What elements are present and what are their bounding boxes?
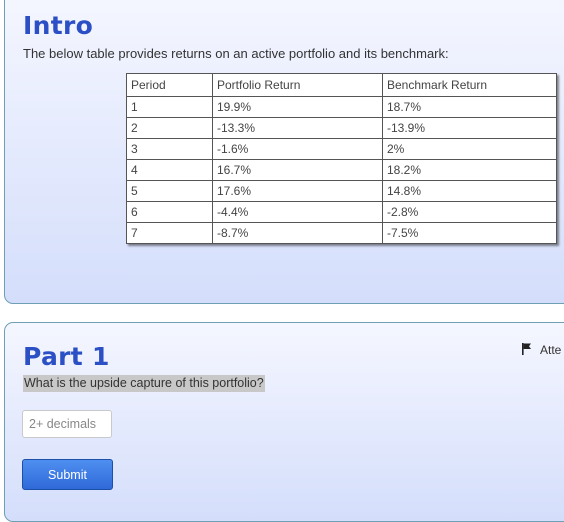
cell-benchmark-return: -7.5% xyxy=(382,222,557,244)
cell-period: 7 xyxy=(126,222,213,244)
header-period: Period xyxy=(126,73,213,97)
answer-input[interactable] xyxy=(22,410,112,438)
cell-benchmark-return: -2.8% xyxy=(382,201,557,223)
cell-period: 4 xyxy=(126,159,213,181)
cell-benchmark-return: 18.7% xyxy=(382,96,557,118)
table-header-row: Period Portfolio Return Benchmark Return xyxy=(126,73,557,97)
cell-portfolio-return: -4.4% xyxy=(212,201,383,223)
table-row: 3 -1.6% 2% xyxy=(126,138,557,160)
part1-title: Part 1 xyxy=(23,342,110,371)
cell-benchmark-return: -13.9% xyxy=(382,117,557,139)
cell-portfolio-return: -13.3% xyxy=(212,117,383,139)
part1-card: Part 1 Atte What is the upside capture o… xyxy=(4,322,564,522)
cell-period: 1 xyxy=(126,96,213,118)
cell-period: 5 xyxy=(126,180,213,202)
table-row: 4 16.7% 18.2% xyxy=(126,159,557,181)
cell-portfolio-return: -1.6% xyxy=(212,138,383,160)
table-row: 6 -4.4% -2.8% xyxy=(126,201,557,223)
table-row: 5 17.6% 14.8% xyxy=(126,180,557,202)
cell-benchmark-return: 18.2% xyxy=(382,159,557,181)
flag-icon xyxy=(522,343,531,355)
submit-button[interactable]: Submit xyxy=(22,459,113,490)
table-row: 2 -13.3% -13.9% xyxy=(126,117,557,139)
cell-period: 3 xyxy=(126,138,213,160)
cell-benchmark-return: 2% xyxy=(382,138,557,160)
question-text: What is the upside capture of this portf… xyxy=(23,375,265,392)
cell-benchmark-return: 14.8% xyxy=(382,180,557,202)
cell-period: 2 xyxy=(126,117,213,139)
cell-portfolio-return: -8.7% xyxy=(212,222,383,244)
intro-title: Intro xyxy=(23,11,94,40)
returns-table: Period Portfolio Return Benchmark Return… xyxy=(126,73,557,244)
cell-portfolio-return: 17.6% xyxy=(212,180,383,202)
cell-portfolio-return: 19.9% xyxy=(212,96,383,118)
intro-description: The below table provides returns on an a… xyxy=(23,46,449,61)
intro-card: Intro The below table provides returns o… xyxy=(4,0,564,304)
attempt-flag[interactable]: Atte xyxy=(522,343,561,357)
table-row: 1 19.9% 18.7% xyxy=(126,96,557,118)
header-benchmark-return: Benchmark Return xyxy=(382,73,557,97)
table-row: 7 -8.7% -7.5% xyxy=(126,222,557,244)
header-portfolio-return: Portfolio Return xyxy=(212,73,383,97)
cell-portfolio-return: 16.7% xyxy=(212,159,383,181)
attempt-label: Atte xyxy=(540,343,562,357)
cell-period: 6 xyxy=(126,201,213,223)
